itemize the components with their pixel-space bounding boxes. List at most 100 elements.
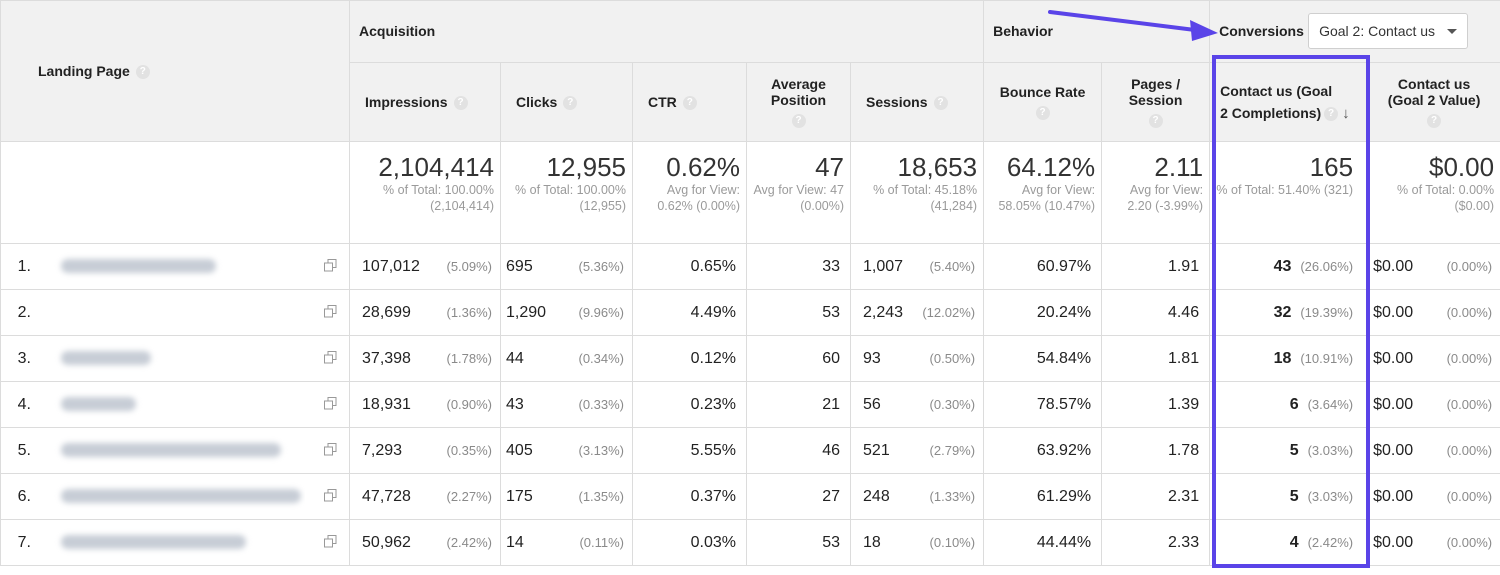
avg-position-cell: 21	[746, 381, 852, 428]
col-clicks-label: Clicks	[516, 93, 558, 110]
open-link-icon[interactable]	[324, 443, 337, 456]
clicks-pct: (3.13%)	[578, 443, 625, 458]
landing-page-cell[interactable]: 7.	[0, 519, 306, 566]
total-value: 165	[1309, 152, 1354, 182]
impressions-cell: 107,012 (5.09%)	[349, 243, 502, 290]
clicks-pct: (1.35%)	[578, 489, 625, 504]
sessions-cell: 248 (1.33%)	[850, 473, 985, 520]
help-icon[interactable]: ?	[1427, 114, 1442, 128]
open-link-icon[interactable]	[324, 397, 337, 410]
redacted-url[interactable]	[61, 351, 152, 366]
clicks-cell: 43 (0.33%)	[500, 381, 634, 428]
redacted-url[interactable]	[61, 397, 137, 412]
help-icon[interactable]: ?	[1324, 106, 1339, 121]
clicks-cell: 695 (5.36%)	[500, 243, 634, 290]
goal2-value-cell: $0.00 (0.00%)	[1367, 243, 1500, 290]
table-row[interactable]: 3. 37,398 (1.78%) 44 (0.34%) 0.12% 60 93 (0…	[0, 335, 1500, 382]
open-link-icon[interactable]	[324, 351, 337, 364]
help-icon[interactable]: ?	[933, 96, 948, 111]
col-sessions[interactable]: Sessions?	[850, 62, 985, 142]
help-icon[interactable]: ?	[563, 96, 578, 111]
goal2-value-cell: $0.00 (0.00%)	[1367, 427, 1500, 474]
clicks-pct: (0.33%)	[578, 397, 625, 412]
clicks-cell: 175 (1.35%)	[500, 473, 634, 520]
col-pages-session-label: Pages / Session	[1128, 76, 1183, 108]
goal2-value-value: $0.00	[1373, 257, 1414, 275]
col-goal2-value[interactable]: Contact us (Goal 2 Value)?	[1367, 62, 1500, 142]
sessions-cell: 93 (0.50%)	[850, 335, 985, 382]
impressions-pct: (5.09%)	[446, 259, 493, 274]
sort-descending-icon[interactable]: ↓	[1342, 105, 1350, 122]
table-row[interactable]: 4. 18,931 (0.90%) 43 (0.33%) 0.23% 21 56 (0…	[0, 381, 1500, 428]
sessions-value: 93	[863, 349, 881, 367]
help-icon[interactable]: ?	[791, 114, 806, 128]
redacted-url[interactable]	[61, 259, 217, 274]
goal2-completions-cell: 43 (26.06%)	[1209, 243, 1369, 290]
total-subtext: Avg for View: 58.05% (10.47%)	[998, 183, 1096, 213]
clicks-value: 1,290	[506, 303, 547, 321]
redacted-url[interactable]	[61, 535, 247, 550]
open-link-icon[interactable]	[324, 305, 337, 318]
table-row[interactable]: 2. 28,699 (1.36%) 1,290 (9.96%) 4.49% 53 2…	[0, 289, 1500, 336]
total-clicks: 12,955% of Total: 100.00% (12,955)	[500, 141, 634, 244]
bounce-rate-cell: 54.84%	[983, 335, 1103, 382]
table-row[interactable]: 1. 107,012 (5.09%) 695 (5.36%) 0.65% 33 1,…	[0, 243, 1500, 290]
total-bounce-rate: 64.12% Avg for View: 58.05% (10.47%)	[983, 141, 1103, 244]
landing-page-cell[interactable]: 1.	[0, 243, 306, 290]
row-number: 5.	[17, 441, 31, 459]
pages-session-cell: 2.33	[1101, 519, 1211, 566]
impressions-value: 107,012	[362, 257, 420, 275]
help-icon[interactable]: ?	[1148, 114, 1163, 128]
landing-page-cell[interactable]: 6.	[0, 473, 306, 520]
impressions-value: 50,962	[362, 533, 411, 551]
landing-page-cell[interactable]: 5.	[0, 427, 306, 474]
impressions-cell: 18,931 (0.90%)	[349, 381, 502, 428]
landing-page-cell[interactable]: 4.	[0, 381, 306, 428]
impressions-value: 47,728	[362, 487, 411, 505]
bounce-rate-cell: 60.97%	[983, 243, 1103, 290]
table-row[interactable]: 7. 50,962 (2.42%) 14 (0.11%) 0.03% 53 18 (0…	[0, 519, 1500, 566]
total-subtext: % of Total: 51.40% (321)	[1216, 183, 1354, 197]
landing-page-header[interactable]: Landing Page?	[0, 0, 351, 142]
ctr-cell: 0.23%	[632, 381, 748, 428]
open-link-icon[interactable]	[324, 535, 337, 548]
table-row[interactable]: 5. 7,293 (0.35%) 405 (3.13%) 5.55% 46 521 (…	[0, 427, 1500, 474]
total-subtext: % of Total: 45.18% (41,284)	[873, 183, 978, 213]
avg-position-cell: 53	[746, 289, 852, 336]
goal2-completions-cell: 6 (3.64%)	[1209, 381, 1369, 428]
clicks-value: 44	[506, 349, 524, 367]
help-icon[interactable]: ?	[682, 96, 697, 111]
col-goal2-completions[interactable]: Contact us (Goal 2 Completions)? ↓	[1209, 62, 1369, 142]
landing-page-cell[interactable]: 2.	[0, 289, 306, 336]
help-icon[interactable]: ?	[135, 65, 150, 80]
goal-select-dropdown[interactable]: Goal 2: Contact us	[1308, 13, 1469, 49]
totals-empty-cell	[0, 141, 351, 244]
impressions-pct: (2.27%)	[446, 489, 493, 504]
col-clicks[interactable]: Clicks?	[500, 62, 634, 142]
total-value: $0.00	[1429, 152, 1495, 182]
help-icon[interactable]: ?	[453, 96, 468, 111]
col-pages-session[interactable]: Pages / Session?	[1101, 62, 1211, 142]
sessions-pct: (5.40%)	[929, 259, 976, 274]
col-ctr[interactable]: CTR?	[632, 62, 748, 142]
row-number: 2.	[17, 303, 31, 321]
redacted-url[interactable]	[61, 489, 302, 504]
pages-session-cell: 1.81	[1101, 335, 1211, 382]
col-bounce-rate[interactable]: Bounce Rate?	[983, 62, 1103, 142]
total-subtext: Avg for View: 0.62% (0.00%)	[657, 183, 741, 213]
avg-position-cell: 27	[746, 473, 852, 520]
col-impressions[interactable]: Impressions?	[349, 62, 502, 142]
landing-page-cell[interactable]: 3.	[0, 335, 306, 382]
col-average-position[interactable]: Average Position?	[746, 62, 852, 142]
total-goal2-completions: 165% of Total: 51.40% (321)	[1209, 141, 1369, 244]
table-row[interactable]: 6. 47,728 (2.27%) 175 (1.35%) 0.37% 27 248…	[0, 473, 1500, 520]
open-link-icon[interactable]	[324, 259, 337, 272]
total-impressions: 2,104,414% of Total: 100.00% (2,104,414)	[349, 141, 502, 244]
redacted-url[interactable]	[61, 443, 282, 458]
clicks-value: 43	[506, 395, 524, 413]
open-link-icon[interactable]	[324, 489, 337, 502]
help-icon[interactable]: ?	[1035, 106, 1050, 120]
sessions-cell: 2,243 (12.02%)	[850, 289, 985, 336]
total-value: 2,104,414	[378, 152, 495, 182]
goal2-value-pct: (0.00%)	[1446, 259, 1493, 274]
